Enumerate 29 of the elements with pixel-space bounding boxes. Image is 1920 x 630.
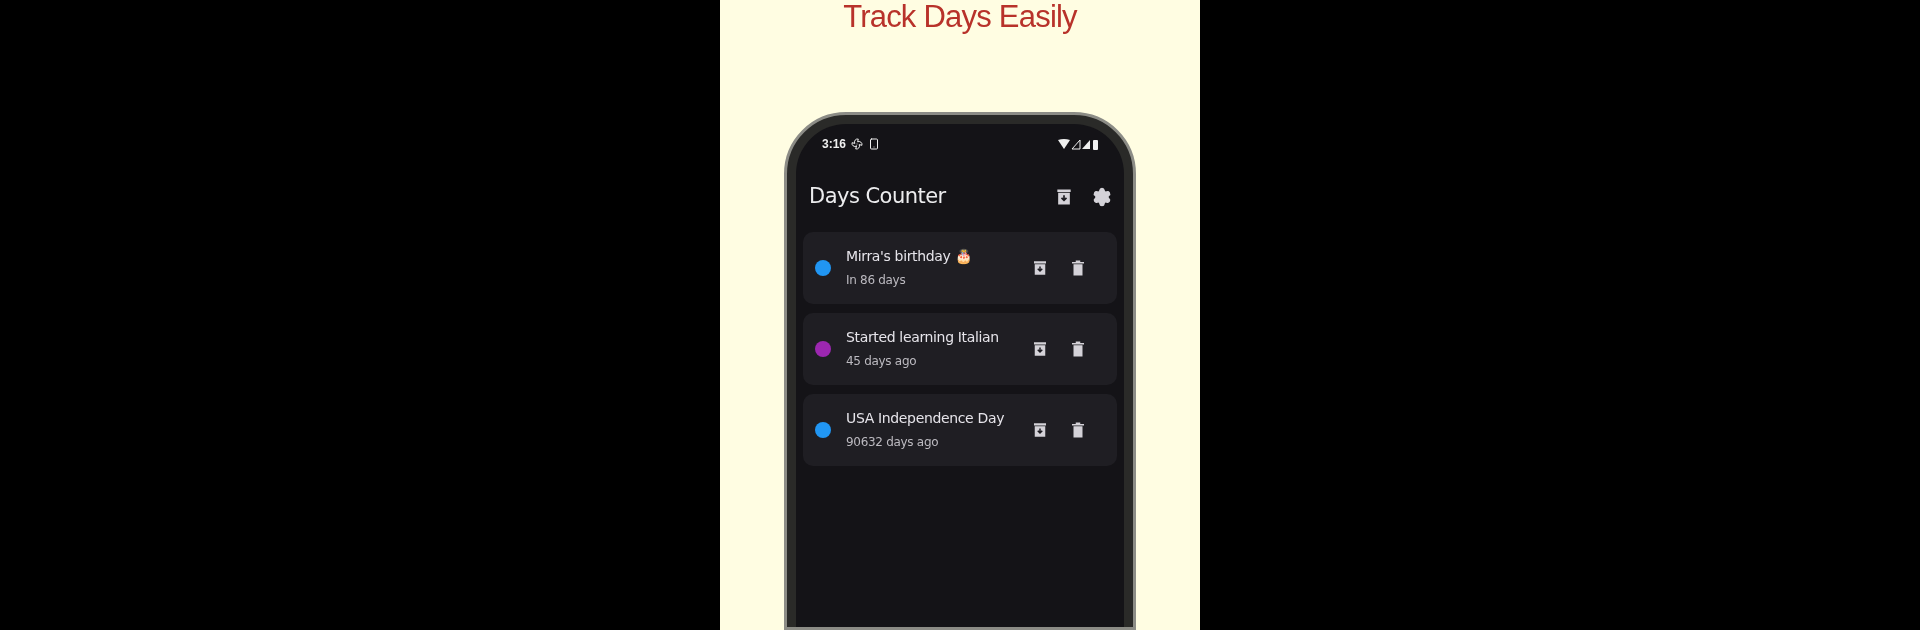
event-title: USA Independence Day bbox=[846, 409, 1006, 428]
phone-icon bbox=[868, 138, 881, 150]
trash-icon bbox=[1069, 420, 1087, 439]
archive-button[interactable] bbox=[1031, 420, 1049, 439]
archive-icon bbox=[1031, 258, 1049, 277]
status-time: 3:16 bbox=[822, 136, 847, 153]
archive-button[interactable] bbox=[1031, 258, 1049, 277]
fan-icon bbox=[851, 138, 864, 150]
app-title: Days Counter bbox=[809, 183, 946, 210]
event-subtitle: In 86 days bbox=[846, 272, 907, 289]
delete-button[interactable] bbox=[1069, 258, 1087, 277]
archive-button[interactable] bbox=[1031, 339, 1049, 358]
delete-button[interactable] bbox=[1069, 339, 1087, 358]
event-card[interactable]: Mirra's birthday 🎂 In 86 days bbox=[803, 231, 1117, 304]
event-subtitle: 45 days ago bbox=[846, 353, 918, 370]
archive-icon bbox=[1031, 339, 1049, 358]
trash-icon bbox=[1069, 258, 1087, 277]
settings-button[interactable] bbox=[1092, 186, 1112, 207]
event-card[interactable]: USA Independence Day 90632 days ago bbox=[803, 393, 1117, 466]
event-card[interactable]: Started learning Italian 45 days ago bbox=[803, 312, 1117, 385]
headline: Track Days Easily bbox=[843, 1, 1077, 32]
event-title: Mirra's birthday 🎂 bbox=[846, 247, 973, 266]
settings-icon bbox=[1092, 186, 1112, 207]
trash-icon bbox=[1069, 339, 1087, 358]
archive-icon bbox=[1031, 420, 1049, 439]
event-title: Started learning Italian bbox=[846, 328, 1000, 347]
status-icons bbox=[1058, 138, 1098, 150]
event-subtitle: 90632 days ago bbox=[846, 434, 940, 451]
delete-button[interactable] bbox=[1069, 420, 1087, 439]
